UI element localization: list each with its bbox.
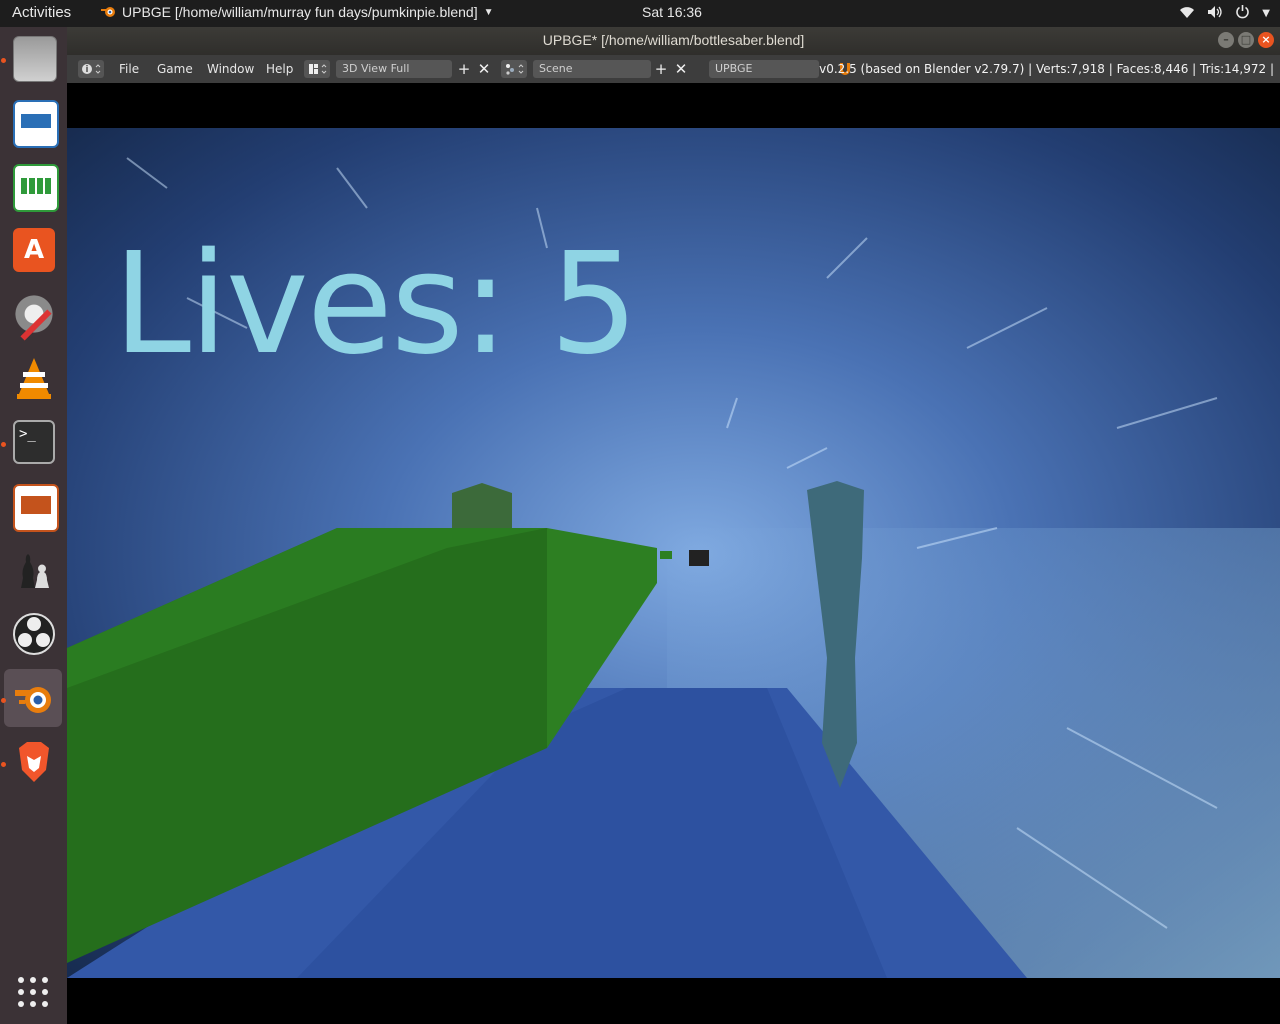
screen-layout-field[interactable]: 3D View Full [336, 60, 452, 78]
window-title-bar[interactable]: UPBGE* [/home/william/bottlesaber.blend]… [67, 27, 1280, 55]
menu-window[interactable]: Window [207, 62, 254, 76]
system-tray[interactable]: ▼ [1179, 4, 1270, 23]
vlc-icon [17, 358, 51, 399]
dock-blender[interactable] [4, 669, 62, 727]
scene-stats: v0.2.5 (based on Blender v2.79.7) | Vert… [819, 62, 1274, 76]
terminal-icon: >_ [13, 420, 55, 464]
obs-icon [13, 613, 55, 655]
calc-icon [13, 164, 59, 212]
dock-settings[interactable] [4, 285, 62, 343]
dock-files[interactable] [4, 29, 62, 87]
game-viewport[interactable]: Lives: 5 [67, 83, 1280, 1024]
dock-obs[interactable] [4, 605, 62, 663]
add-screen-icon[interactable]: + [456, 60, 472, 78]
screen-layout-icon[interactable] [304, 60, 330, 78]
gnome-top-bar: Activities UPBGE [/home/william/murray f… [0, 0, 1280, 27]
menu-file[interactable]: File [119, 62, 139, 76]
impress-icon [13, 484, 59, 532]
scene-field[interactable]: Scene [533, 60, 651, 78]
app-menu-title: UPBGE [/home/william/murray fun days/pum… [122, 4, 478, 20]
dock-brave[interactable] [4, 733, 62, 791]
show-applications-button[interactable] [16, 975, 50, 1009]
dock-terminal[interactable]: >_ [4, 413, 62, 471]
power-icon [1235, 4, 1250, 23]
brave-icon [19, 742, 49, 782]
wifi-icon [1179, 5, 1195, 23]
scene-icon[interactable] [501, 60, 527, 78]
chess-icon [21, 554, 49, 588]
blender-info-header: File Game Window Help 3D View Full + ✕ S… [67, 55, 1280, 83]
grid-icon [18, 977, 48, 1007]
minimize-button[interactable]: – [1218, 32, 1234, 48]
chevron-down-icon: ▼ [483, 6, 494, 18]
settings-icon [13, 292, 55, 341]
remove-scene-icon[interactable]: ✕ [673, 60, 689, 78]
editor-type-button[interactable] [78, 60, 104, 78]
dock-writer[interactable] [4, 93, 62, 151]
app-menu[interactable]: UPBGE [/home/william/murray fun days/pum… [100, 4, 494, 20]
running-indicator [1, 442, 6, 447]
writer-icon [13, 100, 59, 148]
running-indicator [1, 698, 6, 703]
remove-screen-icon[interactable]: ✕ [476, 60, 492, 78]
dock-vlc[interactable] [4, 349, 62, 407]
dock-impress[interactable] [4, 477, 62, 535]
dock-software-center[interactable]: A [4, 221, 62, 279]
software-center-icon: A [13, 228, 55, 272]
running-indicator [1, 762, 6, 767]
distant-block [689, 550, 709, 566]
dock-calc[interactable] [4, 157, 62, 215]
running-indicator [1, 58, 6, 63]
hud-lives-counter: Lives: 5 [113, 223, 639, 386]
render-engine-select[interactable]: UPBGE [709, 60, 819, 78]
window-title: UPBGE* [/home/william/bottlesaber.blend] [542, 32, 805, 48]
blender-icon [15, 687, 51, 713]
dock-chess[interactable] [4, 541, 62, 599]
add-scene-icon[interactable]: + [653, 60, 669, 78]
ubuntu-dock: A >_ [0, 27, 67, 1024]
volume-icon [1207, 5, 1223, 23]
close-button[interactable]: × [1258, 32, 1274, 48]
clock[interactable]: Sat 16:36 [642, 4, 702, 20]
menu-game[interactable]: Game [157, 62, 193, 76]
blender-icon [101, 7, 115, 17]
maximize-button[interactable]: □ [1238, 32, 1254, 48]
files-icon [13, 36, 57, 82]
menu-help[interactable]: Help [266, 62, 293, 76]
activities-button[interactable]: Activities [12, 4, 71, 21]
chevron-down-icon: ▼ [1262, 8, 1270, 19]
